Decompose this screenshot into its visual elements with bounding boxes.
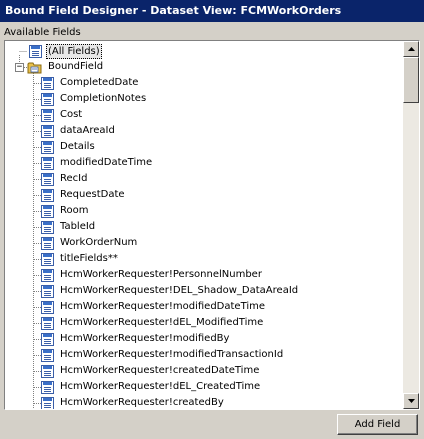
field-icon (41, 204, 54, 218)
tree-item-field[interactable]: HcmWorkerRequester!modifiedBy (41, 331, 231, 347)
tree-item-label: Room (60, 205, 89, 216)
field-icon (41, 284, 54, 298)
add-field-button[interactable]: Add Field (337, 414, 418, 435)
available-fields-tree[interactable]: − (All Fields) BoundField CompletedDate C… (4, 40, 420, 410)
field-icon (41, 380, 54, 394)
field-icon (41, 268, 54, 282)
tree-item-field[interactable]: Details (41, 139, 97, 155)
tree-item-label: BoundField (48, 61, 104, 72)
folder-icon (27, 61, 43, 74)
tree-item-field[interactable]: WorkOrderNum (41, 235, 139, 251)
tree-item-field[interactable]: HcmWorkerRequester!dEL_CreatedTime (41, 379, 262, 395)
tree-item-field[interactable]: HcmWorkerRequester!createdBy (41, 395, 226, 409)
field-icon (41, 220, 54, 234)
field-icon (41, 92, 54, 106)
field-icon (41, 76, 54, 90)
tree-item-field[interactable]: HcmWorkerRequester!DEL_Shadow_DataAreaId (41, 283, 300, 299)
tree-item-label: (All Fields) (46, 43, 102, 59)
tree-item-all-fields[interactable]: (All Fields) (29, 43, 102, 59)
field-icon (41, 364, 54, 378)
arrow-up-icon (407, 47, 415, 51)
tree-item-label: HcmWorkerRequester!DEL_Shadow_DataAreaId (60, 285, 299, 296)
tree-item-label: TableId (60, 221, 96, 232)
tree-item-field[interactable]: HcmWorkerRequester!modifiedDateTime (41, 299, 267, 315)
field-icon (41, 316, 54, 330)
tree-item-label: Cost (60, 109, 83, 120)
tree-item-label: HcmWorkerRequester!dEL_ModifiedTime (60, 317, 264, 328)
tree-item-label: modifiedDateTime (60, 157, 153, 168)
field-icon (41, 300, 54, 314)
tree-item-label: Details (60, 141, 95, 152)
tree-item-field[interactable]: Room (41, 203, 90, 219)
field-icon (41, 252, 54, 266)
tree-item-field[interactable]: dataAreaId (41, 123, 117, 139)
tree-item-field[interactable]: HcmWorkerRequester!createdDateTime (41, 363, 261, 379)
tree-item-label: HcmWorkerRequester!dEL_CreatedTime (60, 381, 261, 392)
field-icon (41, 140, 54, 154)
tree-item-label: RecId (60, 173, 88, 184)
tree-item-field[interactable]: TableId (41, 219, 97, 235)
tree-item-field[interactable]: HcmWorkerRequester!modifiedTransactionId (41, 347, 285, 363)
tree-item-label: RequestDate (60, 189, 125, 200)
arrow-down-icon (407, 399, 415, 403)
tree-item-field[interactable]: RequestDate (41, 187, 127, 203)
tree-item-field[interactable]: HcmWorkerRequester!dEL_ModifiedTime (41, 315, 265, 331)
field-icon (41, 332, 54, 346)
field-icon (41, 396, 54, 409)
field-icon (41, 172, 54, 186)
scroll-thumb[interactable] (403, 57, 419, 103)
tree-item-label: HcmWorkerRequester!createdBy (60, 397, 224, 408)
tree-item-label: HcmWorkerRequester!PersonnelNumber (60, 269, 262, 280)
tree-item-label: titleFields** (60, 253, 118, 264)
tree-item-label: dataAreaId (60, 125, 115, 136)
available-fields-label: Available Fields (4, 27, 81, 38)
tree-item-field[interactable]: Cost (41, 107, 84, 123)
field-icon (29, 44, 42, 58)
tree-item-field[interactable]: CompletionNotes (41, 91, 148, 107)
field-icon (41, 348, 54, 362)
tree-item-field[interactable]: CompletedDate (41, 75, 140, 91)
tree-item-field[interactable]: HcmWorkerRequester!PersonnelNumber (41, 267, 264, 283)
tree-item-label: HcmWorkerRequester!modifiedTransactionId (60, 349, 284, 360)
scroll-down-button[interactable] (403, 393, 419, 409)
field-icon (41, 124, 54, 138)
field-icon (41, 236, 54, 250)
tree-item-label: WorkOrderNum (60, 237, 138, 248)
boundfield-collapse-icon[interactable]: − (15, 63, 24, 72)
tree-item-label: HcmWorkerRequester!createdDateTime (60, 365, 260, 376)
tree-item-label: CompletionNotes (60, 93, 147, 104)
tree-item-label: CompletedDate (60, 77, 139, 88)
window-title: Bound Field Designer - Dataset View: FCM… (0, 0, 424, 22)
vertical-scrollbar[interactable] (403, 41, 419, 409)
tree-item-label: HcmWorkerRequester!modifiedBy (60, 333, 230, 344)
tree-item-boundfield[interactable]: BoundField (27, 59, 105, 75)
tree-item-field[interactable]: modifiedDateTime (41, 155, 154, 171)
field-icon (41, 156, 54, 170)
tree-item-label: HcmWorkerRequester!modifiedDateTime (60, 301, 266, 312)
scroll-up-button[interactable] (403, 41, 419, 57)
tree-item-field[interactable]: titleFields** (41, 251, 120, 267)
tree-item-field[interactable]: RecId (41, 171, 89, 187)
field-icon (41, 188, 54, 202)
field-icon (41, 108, 54, 122)
tree-viewport: − (All Fields) BoundField CompletedDate C… (5, 41, 403, 409)
